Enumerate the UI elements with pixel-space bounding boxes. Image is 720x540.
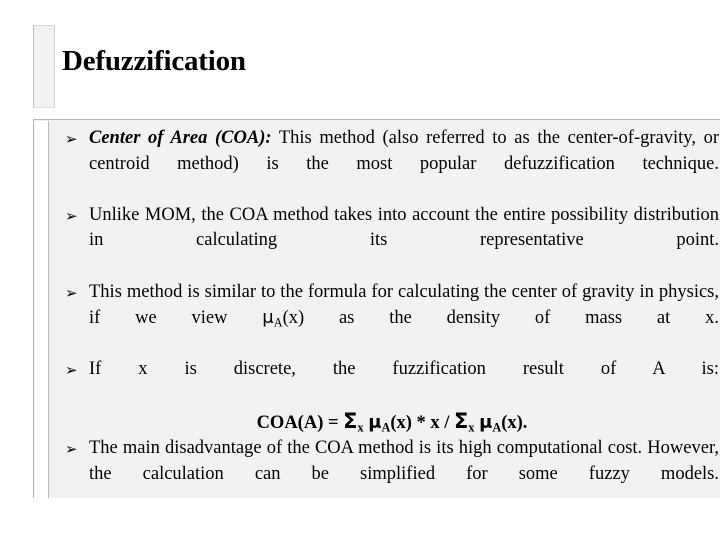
mu-symbol-1: μ [368, 411, 382, 433]
title-decoration-bar [33, 25, 55, 108]
bullet-arrow-icon: ➢ [65, 130, 78, 148]
bullet-arrow-icon: ➢ [65, 206, 78, 225]
slide: Defuzzification ➢ Center of Area (COA): … [0, 0, 720, 540]
list-item-lead-in: Center of Area (COA): [89, 128, 272, 148]
list-item-text: Center of Area (COA): This method (also … [89, 126, 719, 203]
formula-mid: (x) * x / [390, 412, 455, 433]
sigma-symbol-2: Σ [454, 408, 469, 433]
list-item-body-part2: (x) as the density of mass at x. [282, 308, 719, 329]
list-item: ➢ Center of Area (COA): This method (als… [51, 126, 719, 203]
mu-symbol-2: μ [479, 411, 493, 433]
list-item: ➢ The main disadvantage of the COA metho… [51, 436, 719, 513]
bullet-arrow-icon: ➢ [65, 283, 78, 302]
sigma-1-subscript: x [357, 419, 364, 434]
list-item-text: This method is similar to the formula fo… [89, 280, 719, 358]
list-item: ➢ If x is discrete, the fuzzification re… [51, 357, 719, 436]
bullet-arrow-icon: ➢ [65, 440, 78, 459]
page-title: Defuzzification [62, 45, 246, 77]
content-left-gutter [35, 121, 49, 498]
sigma-symbol-1: Σ [343, 408, 358, 433]
list-item: ➢ Unlike MOM, the COA method takes into … [51, 203, 719, 280]
list-item-text: The main disadvantage of the COA method … [89, 438, 719, 484]
mu-subscript: A [273, 315, 283, 330]
list-item-text: If x is discrete, the fuzzification resu… [89, 359, 719, 380]
mu-symbol: μ [262, 307, 274, 329]
sigma-2-subscript: x [468, 419, 475, 434]
coa-formula: COA(A) = Σx μA(x) * x / Σx μA(x). [65, 409, 719, 437]
list-item: ➢ This method is similar to the formula … [51, 280, 719, 358]
mu-2-subscript: A [492, 419, 502, 434]
formula-prefix: COA(A) = [256, 412, 344, 433]
bullet-list: ➢ Center of Area (COA): This method (als… [51, 126, 719, 513]
mu-1-subscript: A [381, 419, 391, 434]
list-item-text: Unlike MOM, the COA method takes into ac… [89, 204, 719, 251]
content-panel: ➢ Center of Area (COA): This method (als… [33, 119, 720, 498]
formula-suffix: (x). [501, 412, 528, 433]
bullet-arrow-icon: ➢ [65, 361, 78, 380]
